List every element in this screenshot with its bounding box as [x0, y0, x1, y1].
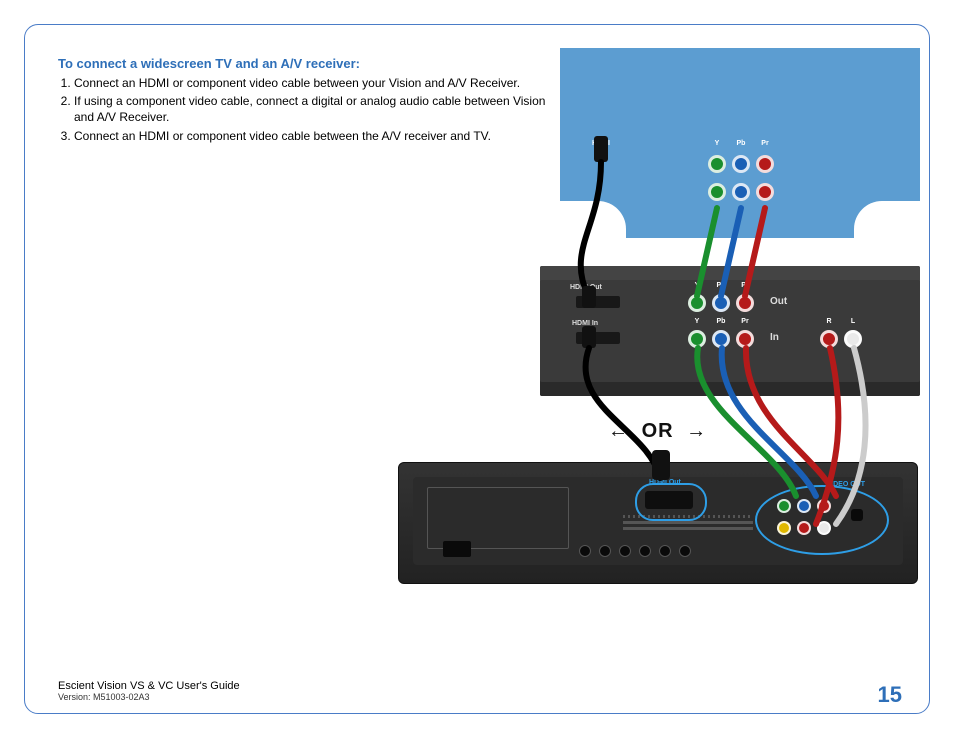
- avr-out-pr-jack-icon: [736, 294, 754, 312]
- avr-in-pb-jack-icon: [712, 330, 730, 348]
- device-pr-jack-icon: [817, 499, 831, 513]
- component-pr-label: Pr: [756, 140, 774, 147]
- avr-audio-r-jack-icon: [820, 330, 838, 348]
- avr-out-y-jack-icon: [688, 294, 706, 312]
- vision-device-back-panel: HDMI Out VIDEO OUT: [398, 462, 918, 584]
- guide-title: Escient Vision VS & VC User's Guide: [58, 680, 240, 692]
- footer: Escient Vision VS & VC User's Guide Vers…: [58, 680, 240, 702]
- info-plate-icon: [427, 487, 569, 549]
- avr-hdmi-in-port-icon: [576, 332, 620, 344]
- device-audio-l-jack-icon: [817, 521, 831, 535]
- avr-out-pb-jack-icon: [712, 294, 730, 312]
- device-audio-r-jack-icon: [797, 521, 811, 535]
- tv-pr-jack-icon: [756, 155, 774, 173]
- version-text: Version: M51003-02A3: [58, 692, 240, 702]
- avr-hdmi-out-port-icon: [576, 296, 620, 308]
- avr-hdmi-out-label: HDMI Out: [570, 284, 602, 291]
- page-number: 15: [878, 682, 902, 708]
- power-socket-icon: [443, 541, 471, 557]
- or-divider: ← OR →: [608, 420, 707, 443]
- component-pb-label: Pb: [732, 140, 750, 147]
- av-receiver-back-panel: HDMI Out HDMI In Y Pb Pr Out Y Pb Pr In …: [540, 266, 920, 396]
- or-label: OR: [642, 420, 674, 442]
- connection-diagram: HDMI Y Pb Pr HDMI Out HDMI In Y Pb Pr Ou…: [398, 48, 920, 642]
- tv-y-jack-icon: [708, 183, 726, 201]
- tv-pb-jack-icon: [732, 183, 750, 201]
- tv-y-jack-icon: [708, 155, 726, 173]
- tv-back-panel: HDMI Y Pb Pr: [560, 48, 920, 238]
- avr-in-y-jack-icon: [688, 330, 706, 348]
- manual-page: To connect a widescreen TV and an A/V re…: [0, 0, 954, 738]
- avr-audio-l-jack-icon: [844, 330, 862, 348]
- avr-in-pr-jack-icon: [736, 330, 754, 348]
- video-out-highlight-icon: [755, 485, 889, 555]
- device-y-jack-icon: [777, 499, 791, 513]
- device-optical-port-icon: [851, 509, 863, 521]
- hdmi-highlight-icon: [635, 483, 707, 521]
- avr-in-label: In: [770, 332, 779, 343]
- tv-pr-jack-icon: [756, 183, 774, 201]
- misc-port-icon: [579, 545, 591, 557]
- arrow-right-icon: →: [686, 420, 707, 442]
- avr-out-label: Out: [770, 296, 787, 307]
- arrow-left-icon: ←: [608, 420, 629, 442]
- device-pb-jack-icon: [797, 499, 811, 513]
- tv-hdmi-label: HDMI: [590, 140, 612, 147]
- avr-hdmi-in-label: HDMI In: [572, 320, 598, 327]
- device-composite-jack-icon: [777, 521, 791, 535]
- component-y-label: Y: [708, 140, 726, 147]
- tv-pb-jack-icon: [732, 155, 750, 173]
